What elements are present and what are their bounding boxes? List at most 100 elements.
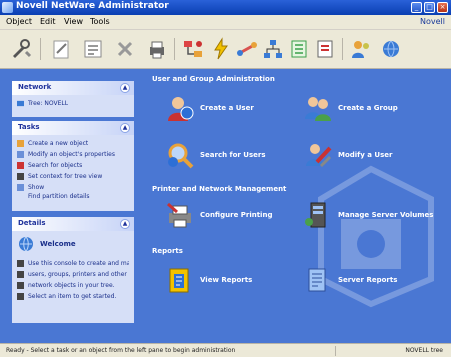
details-pane-title: Details <box>18 219 46 227</box>
search-icon <box>17 161 24 169</box>
view-reports-link[interactable]: View Reports <box>165 265 252 295</box>
print-icon[interactable] <box>144 36 170 62</box>
modify-user-link[interactable]: Modify a User <box>303 140 392 170</box>
properties-icon[interactable] <box>80 36 106 62</box>
delete-icon[interactable] <box>112 36 138 62</box>
report-icon <box>169 268 189 293</box>
task-label: Search for objects <box>28 161 83 169</box>
show-icon <box>17 183 24 191</box>
bullet-icon <box>17 259 24 267</box>
details-pane-header[interactable]: Details ▲ <box>12 217 134 231</box>
context-icon <box>17 172 24 180</box>
server-report-icon <box>308 268 326 292</box>
task-link[interactable]: Search for objects <box>17 160 129 170</box>
brand-label: Novell <box>420 17 445 26</box>
task-link[interactable]: Show <box>17 182 129 192</box>
configure-printing-link[interactable]: Configure Printing <box>165 200 272 230</box>
details-pane: Details ▲ Welcome Use this console to cr… <box>12 217 134 323</box>
maximize-button[interactable]: □ <box>424 2 435 13</box>
create-user-link[interactable]: Create a User <box>165 93 254 123</box>
hierarchy-icon[interactable] <box>180 36 206 62</box>
minimize-button[interactable]: _ <box>411 2 422 13</box>
details-line: users, groups, printers and other <box>17 269 129 279</box>
group-icon <box>305 97 331 121</box>
window-title: Novell NetWare Administrator <box>16 1 169 11</box>
list-icon[interactable] <box>286 36 312 62</box>
item-label: View Reports <box>200 276 253 284</box>
status-text: Ready - Select a task or an object from … <box>6 347 236 354</box>
application-window: Novell NetWare Administrator _ □ × Objec… <box>0 0 451 357</box>
network-pane-header[interactable]: Network ▲ <box>12 81 134 95</box>
tools-icon[interactable] <box>8 36 34 62</box>
details-text: network objects in your tree. <box>28 281 115 289</box>
tasks-pane-header[interactable]: Tasks ▲ <box>12 121 134 135</box>
item-label: Create a Group <box>338 104 398 112</box>
item-label: Create a User <box>200 104 254 112</box>
menu-view[interactable]: View <box>64 17 83 26</box>
network-icon[interactable] <box>234 36 260 62</box>
network-tree-label: Tree: NOVELL <box>28 99 69 107</box>
create-group-link[interactable]: Create a Group <box>303 93 398 123</box>
users-icon[interactable] <box>348 36 374 62</box>
item-label: Server Reports <box>338 276 398 284</box>
toolbar-separator <box>342 38 343 60</box>
toolbar-separator <box>40 38 41 60</box>
printer-icon <box>167 202 191 228</box>
details-text: Select an item to get started. <box>28 292 117 300</box>
toolbar <box>0 30 451 69</box>
menu-edit[interactable]: Edit <box>40 17 56 26</box>
search-icon <box>168 143 194 169</box>
item-label: Configure Printing <box>200 211 273 219</box>
title-bar: Novell NetWare Administrator _ □ × <box>0 0 451 15</box>
edit-icon[interactable] <box>48 36 74 62</box>
network-tree-link[interactable]: Tree: NOVELL <box>17 98 129 108</box>
details-line: Select an item to get started. <box>17 291 129 301</box>
network-pane-title: Network <box>18 83 52 91</box>
section-heading: User and Group Administration <box>152 75 275 83</box>
collapse-icon[interactable]: ▲ <box>120 123 130 133</box>
new-object-icon <box>17 139 24 147</box>
details-text: users, groups, printers and other <box>28 270 127 278</box>
bullet-icon <box>17 292 24 300</box>
task-label: Set context for tree view <box>28 172 103 180</box>
close-button[interactable]: × <box>437 2 448 13</box>
tasks-pane-title: Tasks <box>18 123 40 131</box>
details-heading: Welcome <box>40 240 76 248</box>
item-label: Manage Server Volumes <box>338 211 434 219</box>
task-sub-link[interactable]: Find partition details <box>28 193 129 201</box>
task-label: Show <box>28 183 45 191</box>
details-line: Use this console to create and manage <box>17 258 129 268</box>
manage-volumes-link[interactable]: Manage Server Volumes <box>303 200 433 230</box>
section-heading: Reports <box>152 247 183 255</box>
toolbar-separator <box>174 38 175 60</box>
status-divider <box>335 346 336 356</box>
globe-icon[interactable] <box>378 36 404 62</box>
status-tree: NOVELL tree <box>405 347 443 354</box>
lightning-icon[interactable] <box>208 36 234 62</box>
tools-icon <box>306 144 332 168</box>
server-reports-link[interactable]: Server Reports <box>303 265 397 295</box>
config-icon[interactable] <box>312 36 338 62</box>
server-icon <box>305 202 326 228</box>
menu-tools[interactable]: Tools <box>90 17 110 26</box>
collapse-icon[interactable]: ▲ <box>120 219 130 229</box>
tasks-pane: Tasks ▲ Create a new object Modify an ob… <box>12 121 134 211</box>
bullet-icon <box>17 270 24 278</box>
tree-icon[interactable] <box>260 36 286 62</box>
task-link[interactable]: Modify an object's properties <box>17 149 129 159</box>
details-heading-row: Welcome <box>17 234 129 254</box>
details-text: Use this console to create and manage <box>28 259 129 267</box>
collapse-icon[interactable]: ▲ <box>120 83 130 93</box>
bullet-icon <box>17 281 24 289</box>
menu-object[interactable]: Object <box>6 17 32 26</box>
task-link[interactable]: Set context for tree view <box>17 171 129 181</box>
item-label: Modify a User <box>338 151 393 159</box>
task-link[interactable]: Create a new object <box>17 138 129 148</box>
search-users-link[interactable]: Search for Users <box>165 140 266 170</box>
network-globe-icon <box>19 236 33 252</box>
task-label: Create a new object <box>28 139 89 147</box>
properties-icon <box>17 150 24 158</box>
item-label: Search for Users <box>200 151 266 159</box>
user-icon <box>168 97 194 121</box>
menu-bar: Object Edit View Tools Novell <box>0 15 451 30</box>
